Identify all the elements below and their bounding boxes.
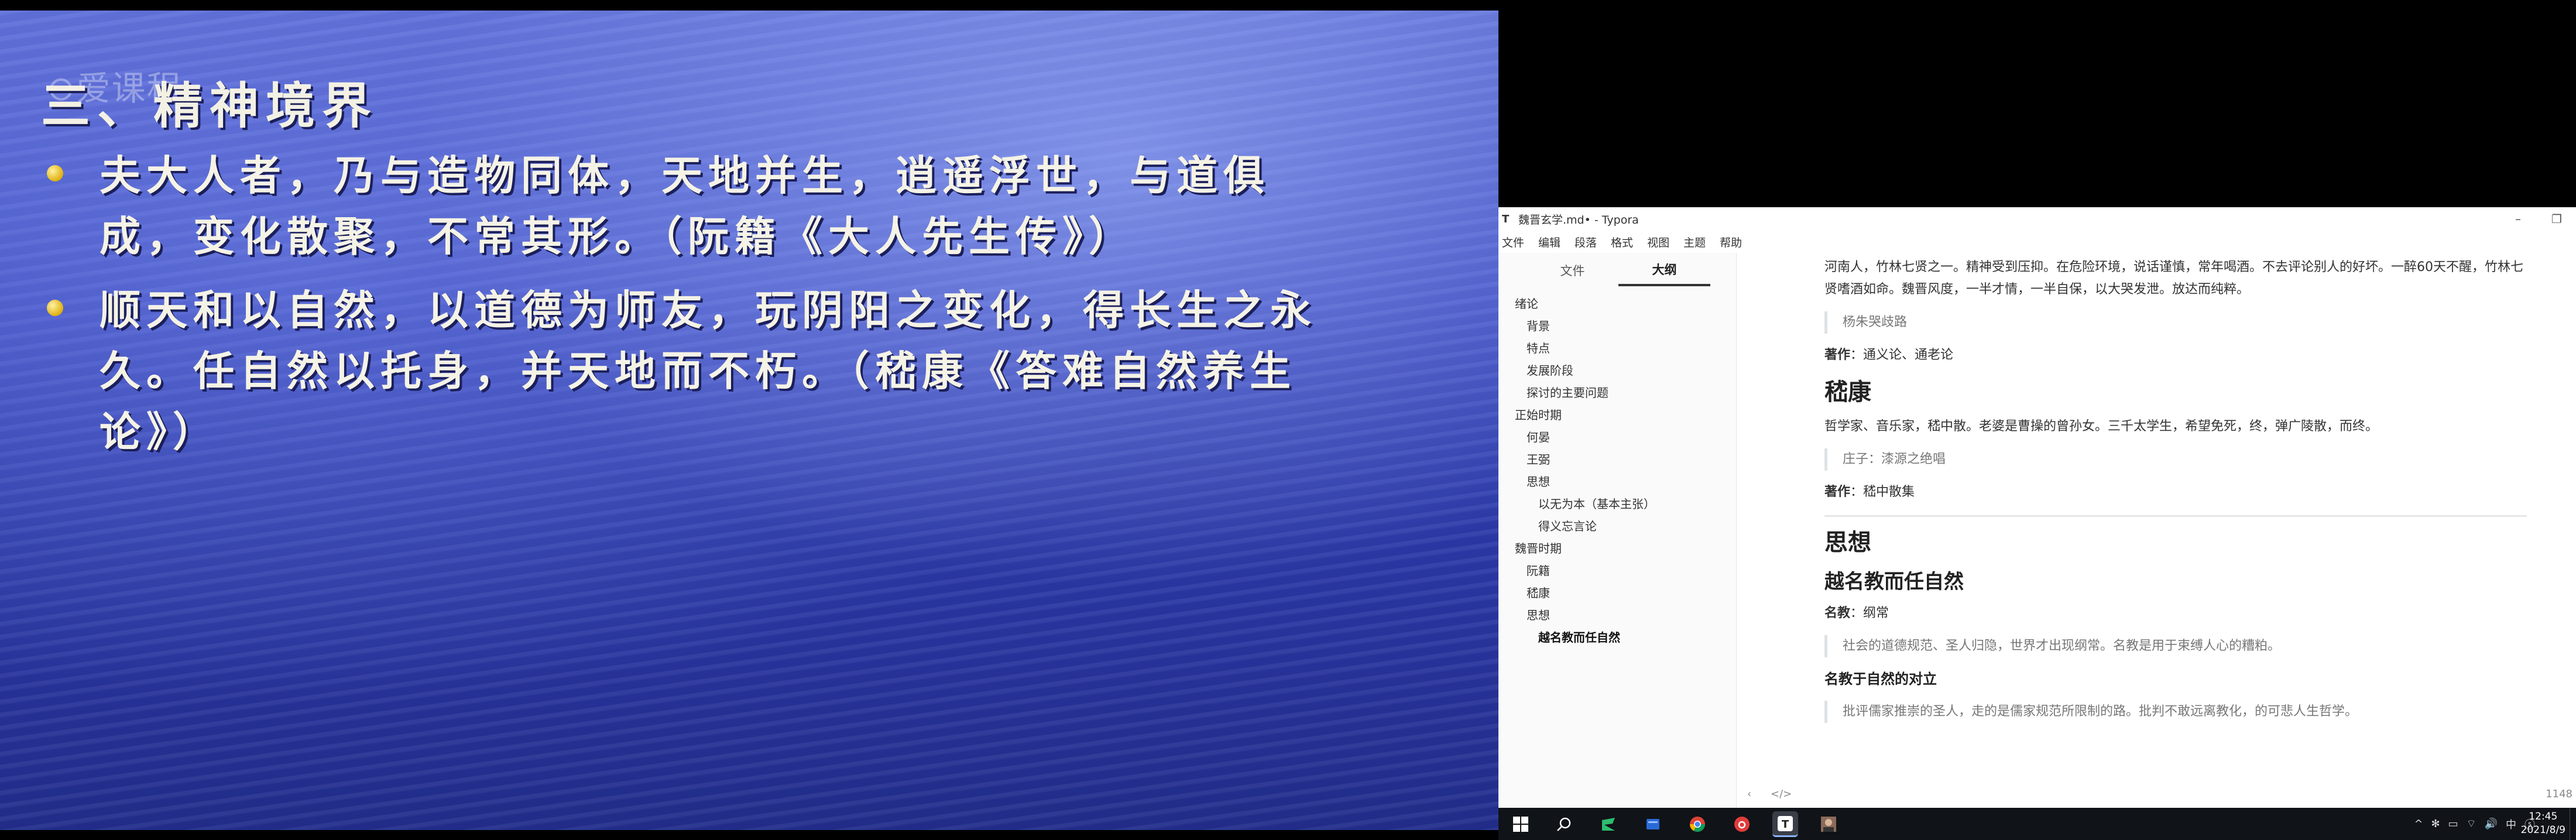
- user-photo-icon[interactable]: [1816, 811, 1841, 837]
- outline-item[interactable]: 背景: [1498, 315, 1736, 337]
- video-letterbox: [0, 830, 1498, 840]
- tray-expand-icon[interactable]: ^: [2414, 818, 2423, 830]
- outline-item[interactable]: 嵇康: [1498, 582, 1736, 604]
- wifi-icon[interactable]: ⌔: [2467, 817, 2476, 831]
- video-player[interactable]: ⊙爱课程 三、精神境界 夫大人者，乃与造物同体，天地并生，逍遥浮世，与道俱成，变…: [0, 0, 1498, 840]
- bluetooth-icon[interactable]: ✻: [2431, 818, 2440, 830]
- chrome-icon[interactable]: [1685, 811, 1710, 837]
- paragraph-text: ：嵇中散集: [1850, 485, 1915, 499]
- slide-bullet-text: 夫大人者，乃与造物同体，天地并生，逍遥浮世，与道俱成，变化散聚，不常其形。（阮籍…: [100, 151, 1270, 260]
- sidebar: 文件 大纲 绪论 背景 特点 发展阶段 探讨的主要问题 正始时期 何晏 王弼 思想 以无为本（基本…: [1498, 253, 1737, 808]
- menu-help[interactable]: 帮助: [1720, 234, 1742, 250]
- outline-item[interactable]: 越名教而任自然: [1498, 626, 1736, 649]
- outline-item[interactable]: 何晏: [1498, 426, 1736, 448]
- tab-files[interactable]: 文件: [1527, 257, 1618, 285]
- input-method-icon[interactable]: 中: [2506, 817, 2516, 832]
- menu-paragraph[interactable]: 段落: [1575, 234, 1597, 250]
- search-icon[interactable]: [1551, 811, 1577, 837]
- slide-bullets: 夫大人者，乃与造物同体，天地并生，逍遥浮世，与道俱成，变化散聚，不常其形。（阮籍…: [47, 145, 1358, 475]
- windows-start-icon[interactable]: [1508, 811, 1534, 837]
- menu-file[interactable]: 文件: [1502, 234, 1524, 250]
- menu-edit[interactable]: 编辑: [1538, 234, 1560, 250]
- outline-item[interactable]: 发展阶段: [1498, 359, 1736, 382]
- outline-item[interactable]: 探讨的主要问题: [1498, 382, 1736, 404]
- heading-4[interactable]: 名教于自然的对立: [1824, 668, 2527, 690]
- blockquote[interactable]: 庄子：漆源之绝唱: [1824, 448, 2527, 471]
- horizontal-rule: [1824, 515, 2527, 517]
- chevron-left-icon[interactable]: ‹: [1747, 788, 1751, 800]
- bold-label: 著作: [1824, 485, 1851, 499]
- heading-2[interactable]: 嵇康: [1824, 376, 2527, 409]
- clock[interactable]: 12:45 2021/8/9: [2521, 810, 2565, 837]
- slide-bullet: 夫大人者，乃与造物同体，天地并生，逍遥浮世，与道俱成，变化散聚，不常其形。（阮籍…: [47, 145, 1358, 267]
- outline-item[interactable]: 阮籍: [1498, 560, 1736, 582]
- paragraph[interactable]: 名教：纲常: [1824, 602, 2527, 625]
- blockquote[interactable]: 社会的道德规范、圣人归隐，世界才出现纲常。名教是用于束缚人心的糟粕。: [1824, 635, 2527, 657]
- clock-date: 2021/8/9: [2520, 824, 2565, 836]
- outline-item[interactable]: 正始时期: [1498, 404, 1736, 426]
- battery-icon[interactable]: ▭: [2448, 818, 2458, 830]
- paragraph[interactable]: 河南人，竹林七贤之一。精神受到压抑。在危险环境，说话谨慎，常年喝酒。不去评论别人…: [1824, 253, 2527, 301]
- outline-item[interactable]: 思想: [1498, 604, 1736, 626]
- bold-label: 名教: [1824, 606, 1851, 620]
- outline-item[interactable]: 特点: [1498, 337, 1736, 359]
- paragraph-text: ：通义论、通老论: [1850, 348, 1954, 362]
- bullet-dot-icon: [47, 165, 63, 181]
- typora-taskbar-icon[interactable]: T: [1772, 811, 1798, 837]
- heading-3[interactable]: 越名教而任自然: [1824, 567, 2527, 596]
- paragraph[interactable]: 著作：通义论、通老论: [1824, 344, 2527, 366]
- document-content[interactable]: 河南人，竹林七贤之一。精神受到压抑。在危险环境，说话谨慎，常年喝酒。不去评论别人…: [1824, 253, 2527, 733]
- system-tray: ^ ✻ ▭ ⌔ 🔊 中 ⓢ: [2406, 808, 2535, 840]
- show-desktop-button[interactable]: [2570, 808, 2576, 840]
- title-bar[interactable]: T 魏晋玄学.md• - Typora – ❐: [1498, 207, 2576, 231]
- word-count[interactable]: 1148: [2546, 788, 2572, 800]
- outline-item[interactable]: 以无为本（基本主张）: [1498, 493, 1736, 515]
- status-bar: ‹ </> 1148: [1737, 782, 2576, 808]
- outline-list: 绪论 背景 特点 发展阶段 探讨的主要问题 正始时期 何晏 王弼 思想 以无为本（基本主张） 得义忘…: [1498, 289, 1736, 649]
- netease-music-icon[interactable]: [1729, 811, 1755, 837]
- file-manager-icon[interactable]: [1640, 811, 1666, 837]
- source-code-toggle-icon[interactable]: </>: [1771, 788, 1792, 800]
- outline-item[interactable]: 魏晋时期: [1498, 537, 1736, 560]
- bold-label: 著作: [1824, 348, 1851, 362]
- clock-time: 12:45: [2529, 811, 2558, 822]
- menu-bar: 文件 编辑 段落 格式 视图 主题 帮助: [1498, 231, 2576, 253]
- svg-text:T: T: [1782, 818, 1789, 831]
- slide-bullet: 顺天和以自然，以道德为师友，玩阴阳之变化，得长生之永久。任自然以托身，并天地而不…: [47, 280, 1358, 462]
- tab-outline[interactable]: 大纲: [1618, 256, 1710, 286]
- lecture-slide: ⊙爱课程 三、精神境界 夫大人者，乃与造物同体，天地并生，逍遥浮世，与道俱成，变…: [0, 11, 1498, 830]
- menu-format[interactable]: 格式: [1611, 234, 1633, 250]
- outline-item[interactable]: 绪论: [1498, 293, 1736, 315]
- typora-window: T 魏晋玄学.md• - Typora – ❐ 文件 编辑 段落 格式 视图 主…: [1498, 207, 2576, 808]
- slide-bullet-text: 顺天和以自然，以道德为师友，玩阴阳之变化，得长生之永久。任自然以托身，并天地而不…: [100, 286, 1317, 456]
- editor-area[interactable]: 河南人，竹林七贤之一。精神受到压抑。在危险环境，说话谨慎，常年喝酒。不去评论别人…: [1737, 253, 2576, 808]
- taskbar: T ^ ✻ ▭ ⌔ 🔊 中 ⓢ 12:45 2021/8/9: [1498, 808, 2576, 840]
- bullet-dot-icon: [47, 300, 63, 316]
- slide-title: 三、精神境界: [41, 77, 379, 135]
- menu-theme[interactable]: 主题: [1683, 234, 1706, 250]
- paragraph[interactable]: 著作：嵇中散集: [1824, 481, 2527, 503]
- outline-item[interactable]: 王弼: [1498, 448, 1736, 471]
- heading-2[interactable]: 思想: [1824, 526, 2527, 559]
- paragraph-text: ：纲常: [1850, 606, 1889, 620]
- typora-app-icon: T: [1502, 212, 1510, 225]
- sidebar-tabs: 文件 大纲: [1498, 253, 1736, 289]
- outline-item[interactable]: 思想: [1498, 471, 1736, 493]
- blockquote[interactable]: 杨朱哭歧路: [1824, 311, 2527, 334]
- window-title: 魏晋玄学.md• - Typora: [1518, 213, 1639, 227]
- window-body: 文件 大纲 绪论 背景 特点 发展阶段 探讨的主要问题 正始时期 何晏 王弼 思想 以无为本（基本…: [1498, 253, 2576, 808]
- menu-view[interactable]: 视图: [1647, 234, 1669, 250]
- outline-item[interactable]: 得义忘言论: [1498, 515, 1736, 537]
- desktop-right: T 魏晋玄学.md• - Typora – ❐ 文件 编辑 段落 格式 视图 主…: [1498, 0, 2576, 840]
- minimize-button[interactable]: –: [2499, 212, 2537, 226]
- blockquote[interactable]: 批评儒家推崇的圣人，走的是儒家规范所限制的路。批判不敢远离教化，的可悲人生哲学。: [1824, 701, 2527, 723]
- paragraph[interactable]: 哲学家、音乐家，嵇中散。老婆是曹操的曾孙女。三千太学生，希望免死，终，弹广陵散，…: [1824, 416, 2527, 438]
- volume-icon[interactable]: 🔊: [2485, 818, 2498, 830]
- restore-button[interactable]: ❐: [2537, 212, 2576, 226]
- app-s-icon[interactable]: [1596, 811, 1621, 837]
